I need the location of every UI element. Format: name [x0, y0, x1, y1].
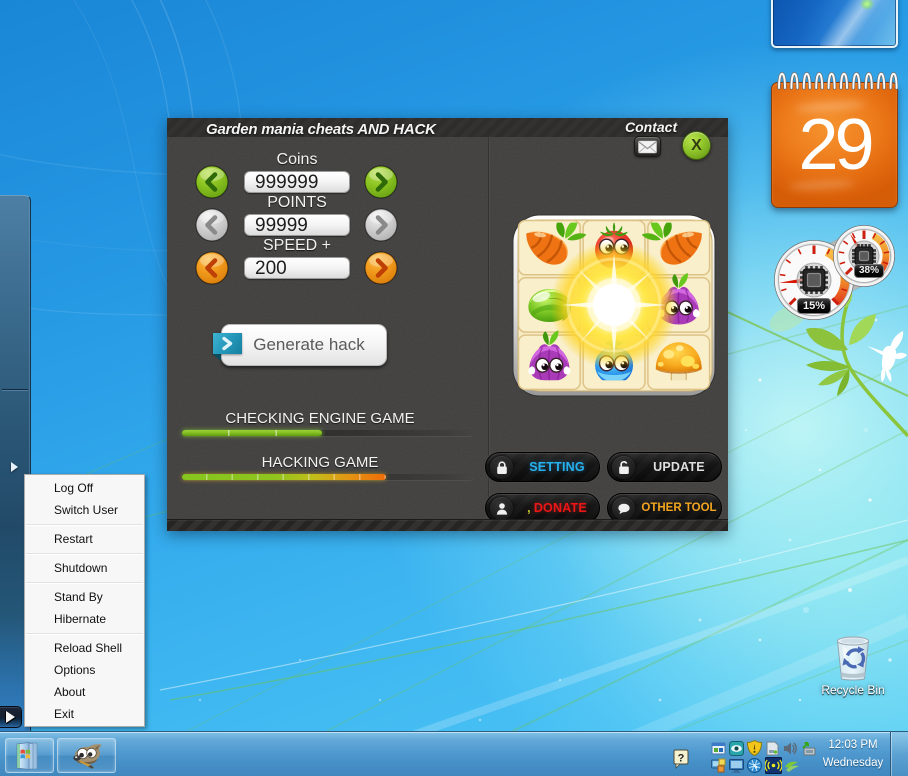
action-center-icon[interactable]	[711, 741, 726, 756]
menu-item-stand-by[interactable]: Stand By	[25, 586, 144, 608]
system-tray	[704, 737, 824, 775]
progress-fill-hacking	[182, 474, 386, 480]
speed-label: SPEED +	[244, 237, 350, 254]
menu-separator	[26, 582, 143, 583]
chevron-right-icon	[220, 336, 235, 351]
menu-item-log-off[interactable]: Log Off	[25, 477, 144, 499]
menu-item-hibernate[interactable]: Hibernate	[25, 608, 144, 630]
display-notes-icon[interactable]	[711, 758, 726, 773]
ribbon-fold	[213, 354, 221, 361]
menu-item-shutdown[interactable]: Shutdown	[25, 557, 144, 579]
person-icon	[490, 497, 513, 520]
cpu-gauges	[764, 224, 908, 328]
field-row-speed: SPEED + 200	[167, 237, 427, 281]
menu-item-switch-user[interactable]: Switch User	[25, 499, 144, 521]
coins-label: Coins	[244, 151, 350, 168]
recycle-bin-label: Recycle Bin	[820, 683, 886, 697]
panel-separator	[2, 389, 28, 390]
panel-expand-arrow[interactable]	[11, 462, 18, 472]
contact-label: Contact	[625, 119, 677, 135]
generate-hack-label: Generate hack	[244, 325, 374, 365]
coins-input[interactable]: 999999	[244, 171, 350, 193]
clock-time: 12:03 PM	[820, 738, 886, 753]
calendar-gadget[interactable]: 29	[771, 66, 898, 210]
points-input[interactable]: 99999	[244, 214, 350, 236]
speed-input[interactable]: 200	[244, 257, 350, 279]
lock-closed-icon	[490, 456, 513, 479]
show-desktop-button[interactable]	[890, 732, 908, 776]
menu-separator	[26, 553, 143, 554]
app-title: Garden mania cheats AND HACK	[206, 121, 436, 138]
menu-separator	[26, 524, 143, 525]
recycle-bin-icon	[831, 632, 875, 682]
clock-day: Wednesday	[820, 756, 886, 771]
background-window-fragment[interactable]	[771, 0, 898, 48]
menu-item-restart[interactable]: Restart	[25, 528, 144, 550]
menu-separator	[26, 633, 143, 634]
menu-item-about[interactable]: About	[25, 681, 144, 703]
other-tool-label: OTHER TOOL	[638, 494, 720, 522]
progress-label-checking: CHECKING ENGINE GAME	[182, 410, 458, 427]
taskbar-clock[interactable]: 12:03 PM Wednesday	[820, 738, 886, 771]
progress-track	[182, 474, 473, 480]
green-wave-icon[interactable]	[784, 759, 799, 774]
game-app-icon	[512, 214, 716, 397]
explorer-stack-icon	[13, 740, 47, 772]
cpu-usage-badge: 15%	[797, 298, 831, 314]
taskbar-button-gimp[interactable]	[57, 738, 116, 773]
flyout-arrow-icon	[6, 711, 15, 723]
setting-button[interactable]: SETTING	[485, 452, 600, 482]
svg-text:?: ?	[678, 753, 685, 765]
points-label: POINTS	[244, 194, 350, 211]
progress-track	[182, 430, 473, 436]
speech-bubble-icon	[612, 497, 635, 520]
contact-mail-button[interactable]	[634, 136, 661, 157]
envelope-icon	[635, 137, 660, 156]
security-shield-icon[interactable]	[747, 740, 762, 755]
window-light-beam	[820, 0, 890, 48]
taskbar: ? 12:03 PM Wednesday	[0, 731, 908, 776]
lock-open-icon	[612, 456, 635, 479]
taskbar-button-explorer[interactable]	[5, 738, 54, 773]
speed-decrement-button[interactable]	[195, 251, 229, 285]
menu-item-reload-shell[interactable]: Reload Shell	[25, 637, 144, 659]
field-row-points: POINTS 99999	[167, 194, 427, 238]
network-globe-icon[interactable]	[747, 758, 762, 773]
close-button[interactable]: X	[682, 131, 711, 160]
calendar-day-number: 29	[771, 110, 898, 180]
calendar-spiral-rings	[771, 66, 898, 92]
progress-fill-checking	[182, 430, 322, 436]
update-button[interactable]: UPDATE	[607, 452, 722, 482]
menu-item-exit[interactable]: Exit	[25, 703, 144, 725]
wireless-signal-icon[interactable]	[765, 757, 780, 772]
field-row-coins: Coins 999999	[167, 151, 427, 195]
cpu-meter-gadget[interactable]: 15% 38%	[764, 224, 908, 328]
context-menu: Log Off Switch User Restart Shutdown Sta…	[24, 474, 145, 727]
window-footer-stripe	[167, 519, 728, 531]
generate-hack-button[interactable]: Generate hack	[221, 324, 387, 366]
eye-monitor-icon[interactable]	[729, 741, 744, 756]
device-icon[interactable]	[765, 741, 780, 756]
eject-hardware-icon[interactable]	[801, 741, 816, 756]
speed-increment-button[interactable]	[364, 251, 398, 285]
app-window-garden-mania-hack: Garden mania cheats AND HACK Contact X C…	[167, 118, 728, 531]
progress-label-hacking: HACKING GAME	[182, 454, 458, 471]
setting-label: SETTING	[516, 453, 598, 481]
donate-prefix: ,	[527, 501, 531, 515]
volume-icon[interactable]	[783, 741, 798, 756]
generate-ribbon-icon	[213, 333, 242, 354]
flyout-button[interactable]	[0, 706, 22, 728]
chevron-right-icon	[364, 251, 398, 285]
update-label: UPDATE	[638, 453, 720, 481]
recycle-bin[interactable]: Recycle Bin	[820, 632, 886, 697]
chevron-left-icon	[195, 251, 229, 285]
window-green-sparkle	[860, 0, 874, 10]
display-icon[interactable]	[729, 758, 744, 773]
donate-label: ,DONATE	[516, 494, 598, 522]
gimp-wilber-icon	[67, 741, 107, 773]
help-question-icon[interactable]: ?	[673, 749, 690, 769]
ram-usage-badge: 38%	[854, 264, 884, 278]
desktop: 29	[0, 0, 908, 776]
menu-item-options[interactable]: Options	[25, 659, 144, 681]
